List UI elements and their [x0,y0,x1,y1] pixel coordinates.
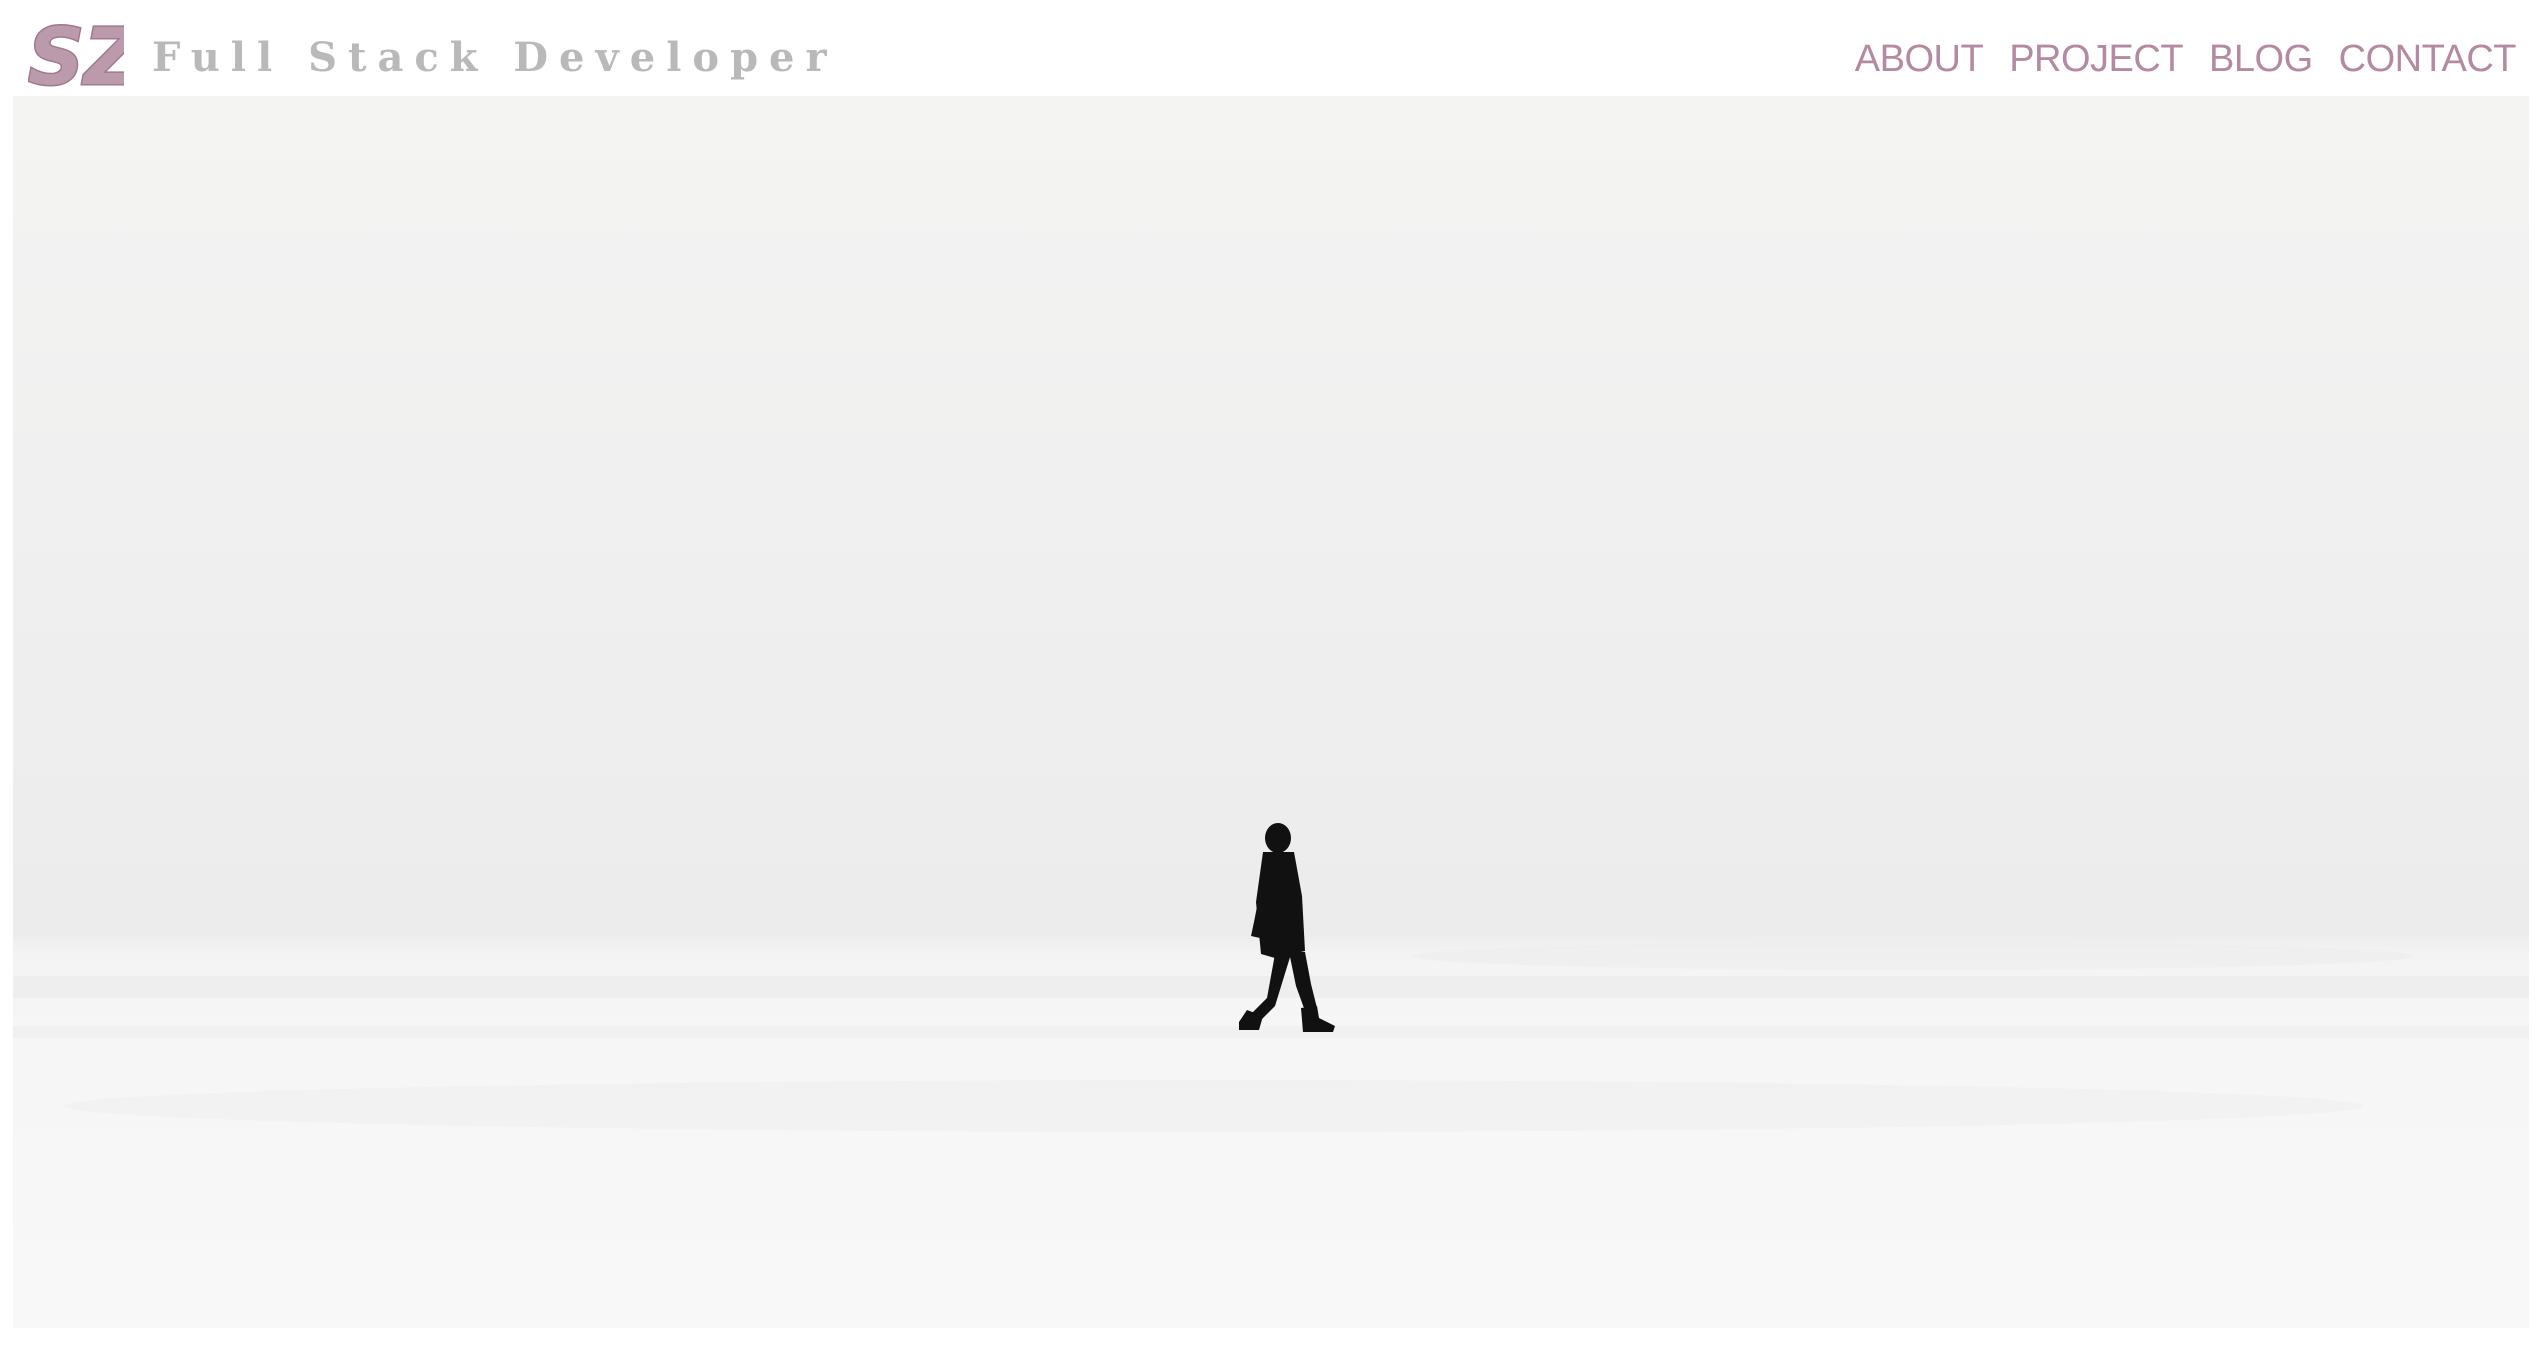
nav-link-project[interactable]: PROJECT [2009,40,2183,78]
nav-link-about[interactable]: ABOUT [1855,40,1984,78]
hero-image [13,96,2529,1328]
logo-link[interactable]: SZ [28,16,124,96]
person-silhouette [1239,823,1335,1032]
logo-icon: SZ [28,16,124,92]
nav-link-contact[interactable]: CONTACT [2339,40,2517,78]
main-nav: ABOUT PROJECT BLOG CONTACT [1855,40,2517,78]
page: SZ Full Stack Developer ABOUT PROJECT BL… [0,0,2542,1348]
site-tagline: Full Stack Developer [152,34,838,81]
nav-link-blog[interactable]: BLOG [2209,40,2313,78]
walking-person-snow-icon [13,823,2529,1132]
logo-text: SZ [28,16,124,92]
site-header: SZ Full Stack Developer ABOUT PROJECT BL… [0,0,2542,96]
